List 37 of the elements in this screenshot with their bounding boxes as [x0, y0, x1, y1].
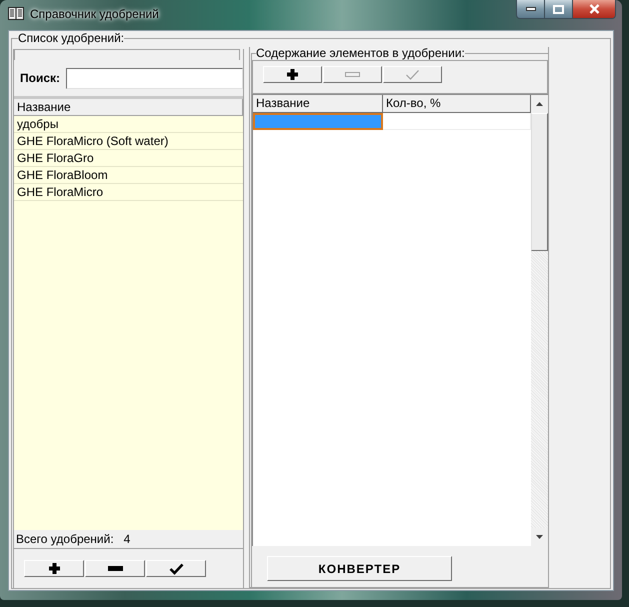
down-arrow-icon — [536, 535, 543, 539]
window-title: Справочник удобрений — [30, 6, 159, 22]
total-value: 4 — [124, 531, 130, 548]
list-row[interactable]: GHE FloraGro — [14, 150, 243, 167]
maximize-icon — [553, 4, 564, 14]
table-cell[interactable] — [253, 113, 383, 130]
list-row[interactable]: удобры — [14, 116, 243, 133]
scroll-down-button[interactable] — [531, 528, 548, 546]
check-icon — [168, 562, 184, 574]
up-arrow-icon — [536, 102, 543, 106]
maximize-button[interactable] — [545, 0, 573, 18]
minimize-button[interactable] — [517, 0, 545, 18]
converter-button[interactable]: КОНВЕРТЕР — [267, 556, 452, 581]
check-icon — [405, 68, 420, 80]
total-label: Всего удобрений: — [16, 531, 114, 548]
list-row[interactable]: GHE FloraMicro — [14, 184, 243, 201]
group-title: Список удобрений: — [18, 32, 124, 45]
minus-icon — [345, 72, 360, 77]
scrollbar-thumb[interactable] — [531, 113, 548, 251]
add-button[interactable] — [24, 560, 84, 577]
plus-icon — [287, 69, 298, 80]
close-button[interactable] — [573, 0, 615, 18]
book-icon — [8, 7, 24, 20]
remove-button[interactable] — [85, 560, 145, 577]
column-header[interactable]: Название — [14, 99, 243, 115]
list-row[interactable]: GHE FloraMicro (Soft water) — [14, 133, 243, 150]
plus-icon — [48, 563, 60, 574]
add-button[interactable] — [263, 66, 322, 83]
search-field[interactable] — [66, 68, 243, 88]
list-row[interactable]: GHE FloraBloom — [14, 167, 243, 184]
composition-title: Содержание элементов в удобрении: — [256, 47, 465, 60]
apply-button[interactable] — [146, 560, 206, 577]
minimize-icon — [526, 7, 536, 11]
search-label: Поиск: — [19, 70, 62, 87]
close-icon — [588, 4, 600, 14]
scroll-up-button[interactable] — [531, 95, 548, 113]
minus-icon — [108, 566, 122, 571]
